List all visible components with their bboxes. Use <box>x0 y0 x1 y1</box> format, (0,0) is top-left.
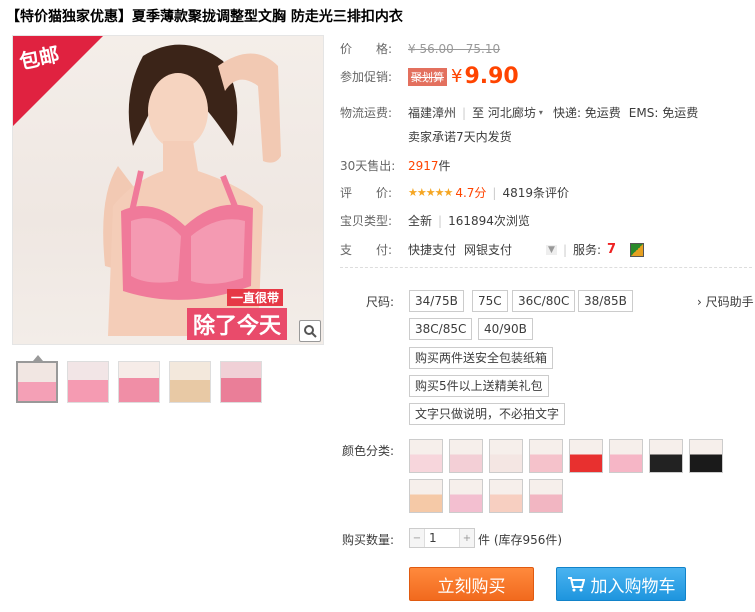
color-option[interactable] <box>449 439 483 473</box>
buy-now-button[interactable]: 立刻购买 <box>409 567 534 601</box>
cart-icon <box>567 577 585 592</box>
color-option[interactable] <box>569 439 603 473</box>
promo-label: 参加促销: <box>340 70 393 84</box>
thumbnail-5[interactable] <box>220 361 262 403</box>
size-helper-text: 尺码助手 <box>705 295 754 309</box>
ship-separator: | <box>462 105 467 120</box>
payment-row: 支 付: 快捷支付 网银支付 ▼ | 服务: 7 <box>340 241 645 258</box>
promo-caption-1: 一直很带 <box>226 289 283 306</box>
rating-label: 评 价: <box>340 186 393 200</box>
thumbnail-3[interactable] <box>118 361 160 403</box>
price-row: 价 格: ¥ 56.00 - 75.10 <box>340 40 500 57</box>
ship-to-prefix: 至 <box>472 106 485 120</box>
ship-from: 福建漳州 <box>408 106 457 120</box>
ship-to-select[interactable]: 河北廊坊 <box>488 104 536 121</box>
chevron-down-icon[interactable]: ▾ <box>539 108 543 117</box>
magnifier-icon <box>304 325 317 338</box>
size-note-option[interactable]: 购买5件以上送精美礼包 <box>409 375 549 397</box>
sales-row: 30天售出: 2917 件 <box>340 157 451 174</box>
color-option[interactable] <box>489 479 523 513</box>
color-option[interactable] <box>649 439 683 473</box>
payment-method-2: 网银支付 <box>464 243 513 257</box>
plus-icon[interactable]: + <box>460 529 474 547</box>
rating-score: 4.7分 <box>455 186 487 200</box>
rating-separator: | <box>492 185 497 200</box>
size-note-option[interactable]: 购买两件送安全包装纸箱 <box>409 347 554 369</box>
sales-unit: 件 <box>438 159 451 173</box>
sales-label: 30天售出: <box>340 159 396 173</box>
product-title: 【特价猫独家优惠】夏季薄款聚拢调整型文胸 防走光三排扣内衣 <box>6 9 403 25</box>
color-option[interactable] <box>689 439 723 473</box>
chevron-right-icon: › <box>697 295 702 309</box>
minus-icon[interactable]: − <box>410 529 424 547</box>
thumbnail-strip <box>16 361 262 403</box>
color-option[interactable] <box>409 439 443 473</box>
quantity-label: 购买数量: <box>342 533 395 547</box>
guarantee-icon[interactable] <box>630 242 645 257</box>
color-option[interactable] <box>489 439 523 473</box>
promo-price: 9.90 <box>464 64 519 89</box>
size-option[interactable]: 40/90B <box>478 318 533 340</box>
promo-caption-2: 除了今天 <box>186 308 287 340</box>
original-price: ¥ 56.00 - 75.10 <box>408 41 501 56</box>
service-label: 服务: <box>573 243 602 257</box>
type-label: 宝贝类型: <box>340 214 393 228</box>
express-fee: 快递: 免运费 <box>552 106 621 120</box>
quantity-unit: 件 <box>478 533 491 547</box>
review-count-link[interactable]: 4819条评价 <box>502 184 569 201</box>
size-option[interactable]: 75C <box>472 290 508 312</box>
thumbnail-2[interactable] <box>67 361 109 403</box>
seven-day-return-icon[interactable]: 7 <box>607 242 616 257</box>
payment-method-1: 快捷支付 <box>408 243 457 257</box>
shipping-promise: 卖家承诺7天内发货 <box>408 128 512 145</box>
size-helper-link[interactable]: › 尺码助手 <box>697 293 754 310</box>
promo-row: 参加促销: 聚划算 ¥ 9.90 <box>340 64 519 89</box>
view-count: 161894次浏览 <box>448 214 530 228</box>
color-option[interactable] <box>529 439 563 473</box>
quantity-stepper: − 1 + <box>409 528 475 548</box>
size-option[interactable]: 38C/85C <box>409 318 473 340</box>
quantity-input[interactable]: 1 <box>424 529 460 547</box>
zoom-button[interactable] <box>299 320 321 342</box>
type-row: 宝贝类型: 全新 | 161894次浏览 <box>340 212 530 229</box>
color-option[interactable] <box>409 479 443 513</box>
item-condition: 全新 <box>408 214 433 228</box>
buy-now-label: 立刻购买 <box>437 576 506 597</box>
size-note-option[interactable]: 文字只做说明，不必拍文字 <box>409 403 566 425</box>
size-option[interactable]: 38/85B <box>578 290 633 312</box>
color-option[interactable] <box>609 439 643 473</box>
price-label: 价 格: <box>340 42 393 56</box>
add-to-cart-button[interactable]: 加入购物车 <box>556 567 686 601</box>
payment-label: 支 付: <box>340 243 393 257</box>
main-product-image[interactable]: 包邮 一直很带 除了今天 <box>12 35 324 345</box>
rating-stars: ★★★★★ <box>408 186 453 199</box>
shipping-label: 物流运费: <box>340 106 393 120</box>
payment-separator: | <box>562 242 567 257</box>
thumbnail-4[interactable] <box>169 361 211 403</box>
stock-count: (库存956件) <box>493 533 563 547</box>
currency-symbol: ¥ <box>451 66 463 87</box>
size-option[interactable]: 34/75B <box>409 290 464 312</box>
payment-more-icon[interactable]: ▼ <box>546 244 557 255</box>
shipping-row: 物流运费: 福建漳州 | 至 河北廊坊 ▾ 快递: 免运费 EMS: 免运费 <box>340 104 698 121</box>
type-separator: | <box>438 213 443 228</box>
stock-info: 件 (库存956件) <box>478 531 562 548</box>
rating-row: 评 价: ★★★★★ 4.7分 | 4819条评价 <box>340 184 569 201</box>
promo-tag: 聚划算 <box>408 67 447 86</box>
ems-fee: EMS: 免运费 <box>628 106 699 120</box>
size-option[interactable]: 36C/80C <box>512 290 576 312</box>
size-label: 尺码: <box>366 295 395 309</box>
shipping-promise-text: 卖家承诺7天内发货 <box>408 130 512 144</box>
thumbnail-1[interactable] <box>16 361 58 403</box>
color-option[interactable] <box>449 479 483 513</box>
info-divider <box>340 267 752 268</box>
color-label: 颜色分类: <box>342 444 395 458</box>
sales-count: 2917 <box>408 158 439 173</box>
add-to-cart-label: 加入购物车 <box>590 576 676 597</box>
color-option[interactable] <box>529 479 563 513</box>
